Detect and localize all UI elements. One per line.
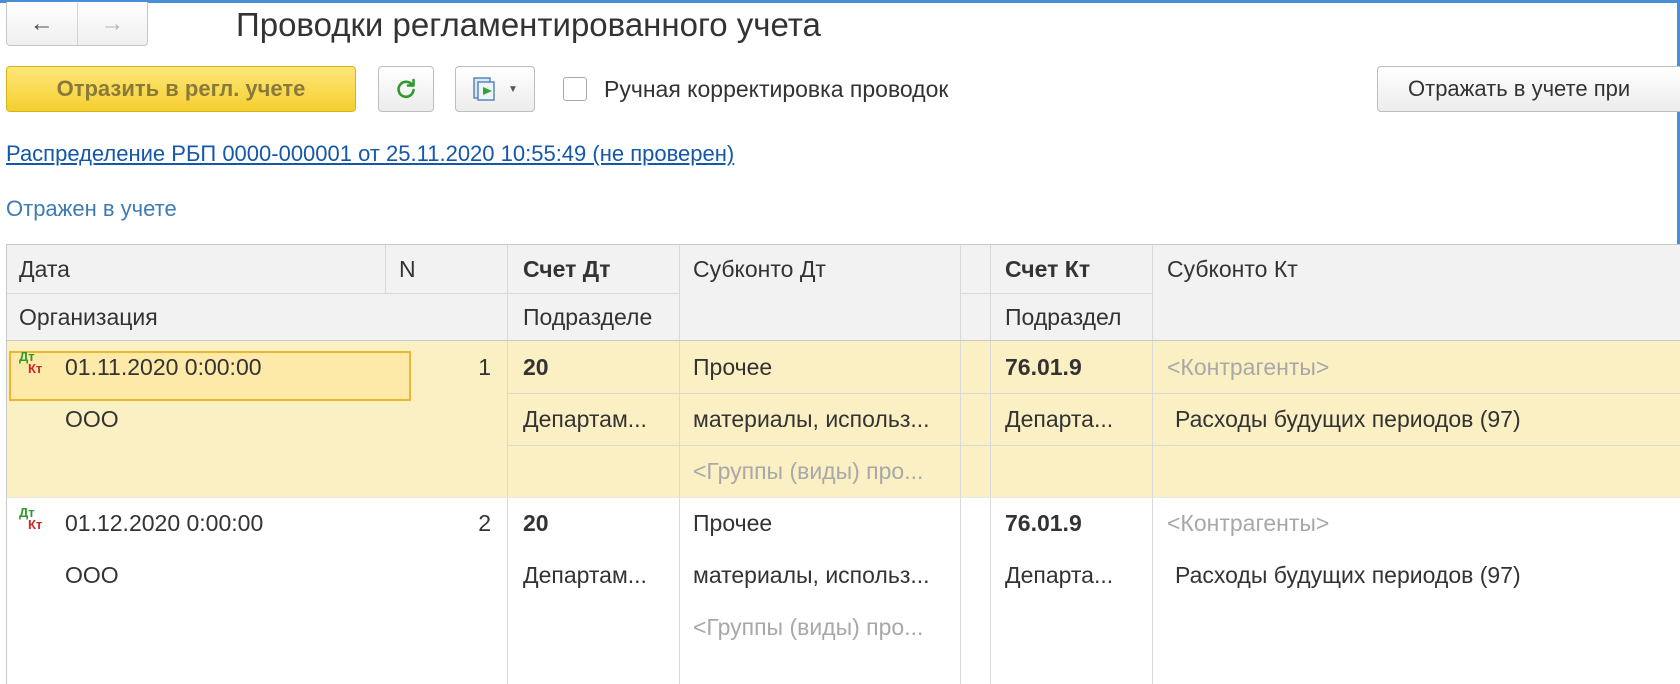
dt-kt-icon: Дт Кт bbox=[19, 349, 43, 376]
status-text: Отражен в учете bbox=[6, 196, 177, 221]
manual-correction-label[interactable]: Ручная корректировка проводок bbox=[604, 76, 948, 103]
table-row-2-organization[interactable]: ООО bbox=[65, 549, 385, 601]
post-menu-button[interactable]: ▼ bbox=[455, 66, 535, 112]
back-button[interactable]: ← bbox=[7, 2, 77, 45]
table-row-1-division-dt[interactable]: Департам... bbox=[523, 393, 673, 445]
table-row-1-subconto-dt-3[interactable]: <Группы (виды) про... bbox=[693, 445, 955, 497]
column-header-date[interactable]: Дата bbox=[19, 245, 379, 293]
table-row-1-subconto-dt-2[interactable]: материалы, использ... bbox=[693, 393, 955, 445]
table-row-2-subconto-dt-3[interactable]: <Группы (виды) про... bbox=[693, 601, 955, 653]
table-row-1-subconto-kt-1[interactable]: <Контрагенты> bbox=[1167, 341, 1667, 393]
table-row-1-date[interactable]: 01.11.2020 0:00:00 bbox=[65, 341, 385, 393]
refresh-button[interactable] bbox=[378, 66, 434, 112]
document-post-icon bbox=[473, 77, 495, 101]
column-header-subconto-kt[interactable]: Субконто Кт bbox=[1167, 245, 1667, 293]
table-row-2-division-kt[interactable]: Департа... bbox=[1005, 549, 1145, 601]
table-row-2-subconto-kt-2[interactable]: Расходы будущих периодов (97) bbox=[1175, 549, 1675, 601]
chevron-down-icon: ▼ bbox=[508, 83, 518, 95]
window-frame-top bbox=[0, 0, 1680, 3]
entries-table: Дата N Счет Дт Субконто Дт Счет Кт Субко… bbox=[6, 244, 1680, 684]
refresh-icon bbox=[397, 78, 415, 99]
table-row-1-subconto-kt-2[interactable]: Расходы будущих периодов (97) bbox=[1175, 393, 1675, 445]
table-row-2-date[interactable]: 01.12.2020 0:00:00 bbox=[65, 497, 385, 549]
table-row-2-n[interactable]: 2 bbox=[387, 497, 491, 549]
table-row-1-subconto-dt-1[interactable]: Прочее bbox=[693, 341, 955, 393]
table-row-1-division-kt[interactable]: Департа... bbox=[1005, 393, 1145, 445]
column-header-subconto-dt[interactable]: Субконто Дт bbox=[693, 245, 953, 293]
table-row-2-subconto-dt-1[interactable]: Прочее bbox=[693, 497, 955, 549]
navigation-group: ← → bbox=[6, 2, 148, 46]
column-header-division-kt[interactable]: Подраздел bbox=[1005, 293, 1145, 341]
post-to-accounting-button[interactable]: Отразить в регл. учете bbox=[6, 66, 356, 112]
table-row-2-account-kt[interactable]: 76.01.9 bbox=[1005, 497, 1145, 549]
table-row-1-organization[interactable]: ООО bbox=[65, 393, 385, 445]
page-title: Проводки регламентированного учета bbox=[236, 6, 821, 43]
forward-button[interactable]: → bbox=[76, 2, 148, 45]
column-header-account-kt[interactable]: Счет Кт bbox=[1005, 245, 1145, 293]
table-row-2-subconto-kt-1[interactable]: <Контрагенты> bbox=[1167, 497, 1667, 549]
reflect-in-accounting-button[interactable]: Отражать в учете при bbox=[1377, 66, 1680, 112]
table-row-1-account-kt[interactable]: 76.01.9 bbox=[1005, 341, 1145, 393]
table-row-1-account-dt[interactable]: 20 bbox=[523, 341, 673, 393]
column-header-n[interactable]: N bbox=[399, 245, 499, 293]
table-row-2-account-dt[interactable]: 20 bbox=[523, 497, 673, 549]
column-header-division-dt[interactable]: Подразделе bbox=[523, 293, 673, 341]
arrow-left-icon: ← bbox=[29, 9, 54, 37]
column-header-organization[interactable]: Организация bbox=[19, 293, 499, 341]
manual-correction-checkbox[interactable] bbox=[563, 77, 587, 101]
table-row-2-subconto-dt-2[interactable]: материалы, использ... bbox=[693, 549, 955, 601]
document-link[interactable]: Распределение РБП 0000-000001 от 25.11.2… bbox=[6, 141, 734, 167]
table-row-2-division-dt[interactable]: Департам... bbox=[523, 549, 673, 601]
dt-kt-icon: Дт Кт bbox=[19, 505, 43, 532]
table-row-1-n[interactable]: 1 bbox=[387, 341, 491, 393]
column-header-account-dt[interactable]: Счет Дт bbox=[523, 245, 673, 293]
arrow-right-icon: → bbox=[100, 9, 125, 37]
